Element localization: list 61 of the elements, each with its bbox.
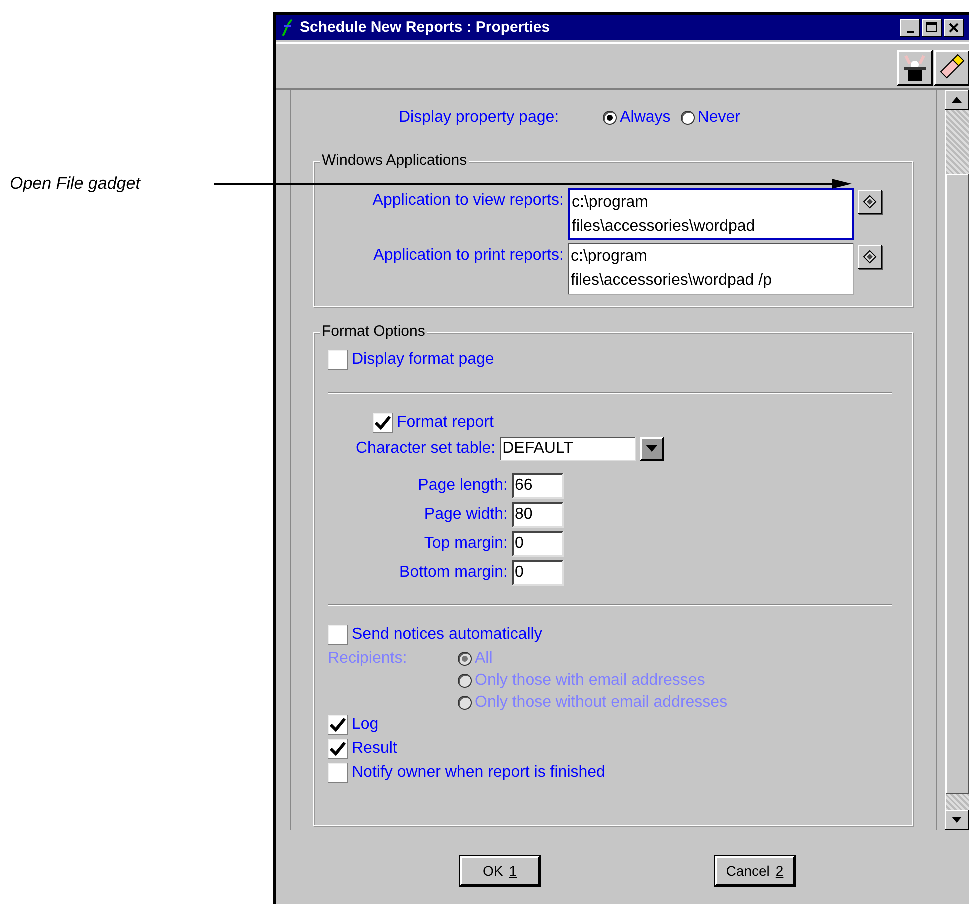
magic-hat-icon [901, 54, 929, 82]
field-label: Application to view reports: [372, 192, 564, 210]
dialog-button[interactable]: OK 1 [460, 856, 540, 886]
minimize-icon [906, 30, 914, 32]
dialog-button[interactable]: Cancel 2 [715, 856, 795, 886]
checkbox-label: Format report [397, 414, 494, 432]
input-field[interactable]: 0 [512, 560, 564, 586]
checkbox[interactable] [328, 763, 348, 783]
caret-icon [646, 445, 658, 453]
open-file-icon [863, 195, 877, 209]
radio-button[interactable] [603, 111, 618, 125]
field-label: Top margin: [423, 535, 508, 553]
input-field[interactable]: 0 [512, 531, 564, 557]
up-arrow-icon [952, 97, 962, 103]
toolbar-button[interactable] [897, 50, 933, 86]
callout-label: Open File gadget [10, 174, 140, 194]
down-arrow-icon [952, 817, 962, 823]
checkbox[interactable] [373, 413, 393, 433]
scroll-thumb[interactable] [946, 174, 969, 794]
group-title: Format Options [320, 323, 428, 340]
radio-label: Only those with email addresses [475, 672, 706, 690]
input-field[interactable]: 66 [512, 473, 564, 499]
field-label: Page width: [423, 506, 508, 524]
field-label: Display property page: [399, 109, 560, 127]
field-label: Recipients: [328, 650, 408, 669]
checkbox-label: Result [352, 740, 398, 758]
field-label: Character set table: [356, 440, 496, 458]
scroll-down-button[interactable] [945, 810, 969, 830]
open-file-button[interactable] [858, 190, 882, 214]
close-icon [949, 22, 959, 32]
maximize-icon [926, 22, 938, 33]
path-field[interactable]: c:\program files\accessories\wordpad /p [568, 243, 854, 295]
checkbox[interactable] [328, 625, 348, 645]
radio-label: Only those without email addresses [475, 694, 728, 712]
dropdown-button[interactable] [640, 437, 664, 461]
input-field[interactable]: 80 [512, 502, 564, 528]
field-label: Page length: [417, 477, 508, 495]
checkbox[interactable] [328, 350, 348, 370]
open-file-button[interactable] [858, 245, 882, 269]
open-file-icon [863, 250, 877, 264]
checkbox-label: Send notices automatically [352, 626, 542, 644]
radio-button[interactable] [680, 111, 695, 125]
toolbar-button[interactable] [934, 50, 969, 86]
maximize-button[interactable] [922, 18, 942, 36]
field-label: Application to print reports: [372, 247, 564, 265]
checkbox-label: Log [352, 716, 379, 734]
window-title: Schedule New Reports : Properties [300, 19, 552, 36]
close-button[interactable] [944, 18, 964, 36]
radio-label: Never [698, 109, 740, 127]
radio-label: All [475, 650, 493, 668]
app-logo-icon [280, 18, 294, 38]
character-set-dropdown[interactable]: DEFAULT [500, 437, 636, 461]
group-title: Windows Applications [320, 152, 470, 169]
minimize-button[interactable] [900, 18, 920, 36]
checkbox[interactable] [328, 739, 348, 759]
scroll-up-button[interactable] [945, 90, 969, 110]
checkbox[interactable] [328, 715, 348, 735]
checkbox-label: Display format page [352, 351, 494, 369]
radio-label: Always [620, 109, 671, 127]
checkbox-label: Notify owner when report is finished [352, 764, 606, 782]
field-label: Bottom margin: [398, 564, 508, 582]
